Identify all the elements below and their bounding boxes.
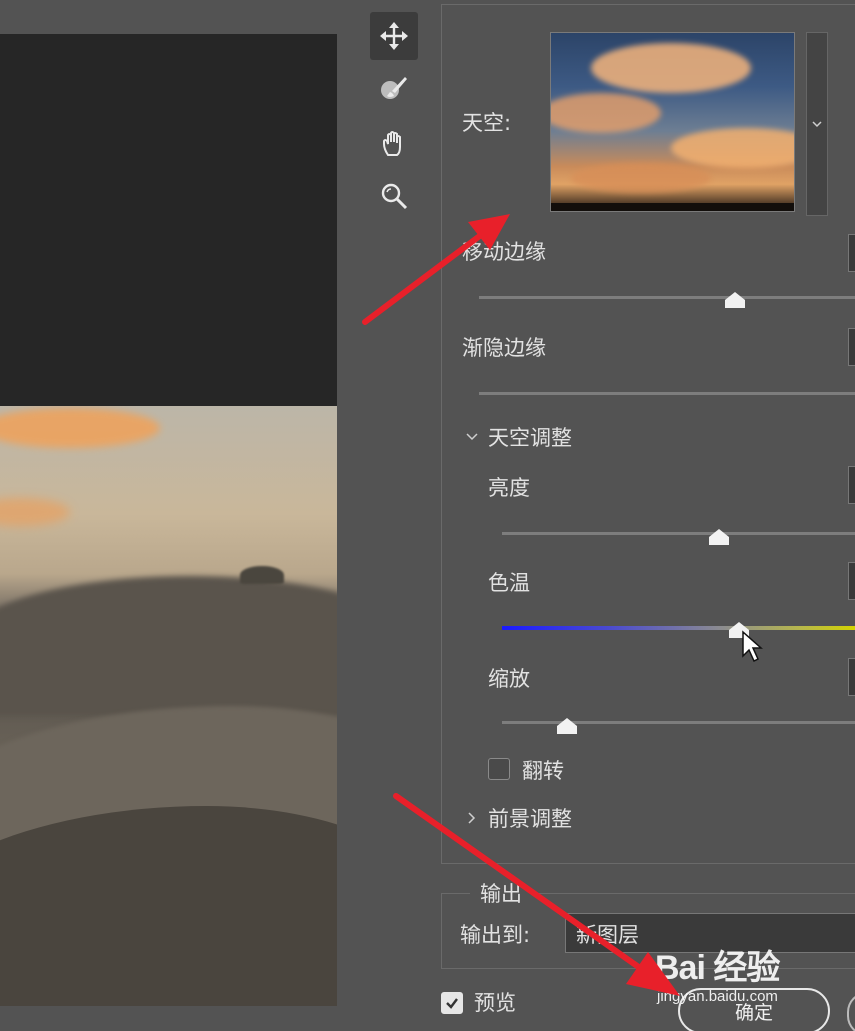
canvas-area <box>0 0 337 1031</box>
flip-checkbox[interactable] <box>488 758 510 780</box>
zoom-tool-button[interactable] <box>370 172 418 220</box>
temperature-label: 色温 <box>488 571 530 595</box>
foreground-adjustments-header[interactable]: 前景调整 <box>488 803 572 833</box>
sky-adjustments-header[interactable]: 天空调整 <box>488 422 572 452</box>
sky-preset-thumbnail[interactable] <box>550 32 795 212</box>
shift-edge-value-field[interactable] <box>848 234 855 272</box>
brightness-slider-thumb[interactable] <box>709 529 729 545</box>
move-tool-button[interactable] <box>370 12 418 60</box>
scale-label: 缩放 <box>488 667 530 691</box>
shift-edge-slider-thumb[interactable] <box>725 292 745 308</box>
mouse-cursor-icon <box>742 630 763 663</box>
preview-checkbox[interactable] <box>441 992 463 1014</box>
brightness-slider-track[interactable] <box>502 532 855 535</box>
baidu-jingyan-watermark: Bai 经验 jingyan.baidu.com <box>655 940 835 1010</box>
canvas-image[interactable] <box>0 406 337 1006</box>
shift-edge-label: 移动边缘 <box>462 240 546 264</box>
temperature-value-field[interactable] <box>848 562 855 600</box>
brightness-value-field[interactable] <box>848 466 855 504</box>
output-to-label: 输出到: <box>460 923 531 947</box>
canvas-empty-area <box>0 34 337 406</box>
checkmark-icon <box>446 998 458 1009</box>
chevron-down-icon <box>812 121 822 128</box>
fade-edge-label: 渐隐边缘 <box>462 336 546 360</box>
scale-slider-track[interactable] <box>502 721 855 724</box>
zoom-icon <box>381 183 408 210</box>
sky-preset-dropdown[interactable] <box>806 32 828 216</box>
shift-edge-slider-track[interactable] <box>479 296 855 299</box>
chevron-down-icon[interactable] <box>464 429 480 445</box>
move-icon <box>380 22 408 50</box>
scale-value-field[interactable] <box>848 658 855 696</box>
output-group-title: 输出 <box>470 878 532 908</box>
hand-icon <box>383 131 401 156</box>
fade-edge-slider-track[interactable] <box>479 392 855 395</box>
watermark-logo: Bai 经验 <box>655 949 780 987</box>
sky-label: 天空: <box>462 111 512 135</box>
cancel-button[interactable] <box>847 992 855 1031</box>
sky-brush-icon <box>381 77 407 99</box>
chevron-right-icon[interactable] <box>464 810 480 826</box>
fade-edge-value-field[interactable] <box>848 328 855 366</box>
temperature-slider-track[interactable] <box>502 626 855 630</box>
preview-label: 预览 <box>474 991 516 1015</box>
hand-tool-button[interactable] <box>370 120 418 168</box>
scale-slider-thumb[interactable] <box>557 718 577 734</box>
brightness-label: 亮度 <box>488 476 530 500</box>
flip-label: 翻转 <box>522 759 564 783</box>
watermark-url: jingyan.baidu.com <box>657 988 778 1005</box>
sky-brush-tool-button[interactable] <box>370 64 418 112</box>
